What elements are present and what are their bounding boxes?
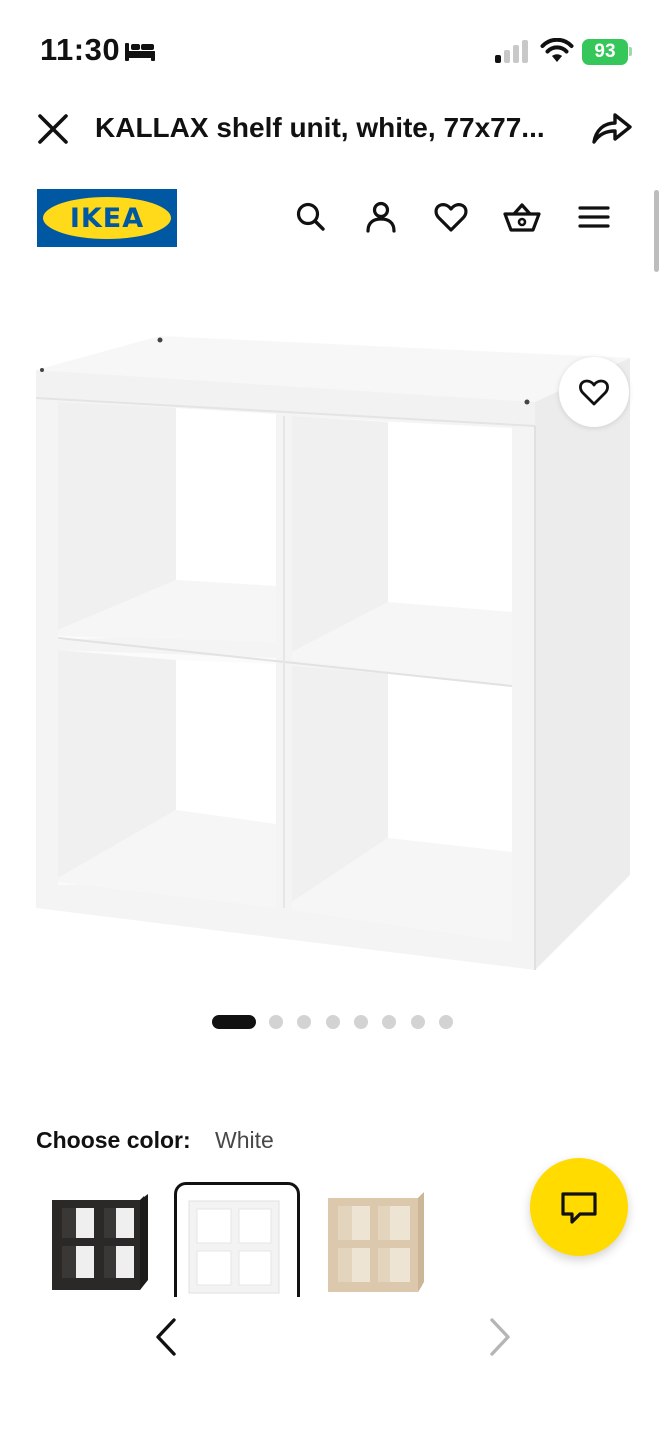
favorites-button[interactable] [431, 197, 471, 237]
pagination-dot[interactable] [326, 1015, 340, 1029]
color-option-white-stained-oak[interactable] [318, 1186, 438, 1294]
add-to-favorites-button[interactable] [559, 357, 629, 427]
logo-text: IKEA [69, 203, 145, 234]
selected-color-value: White [215, 1127, 274, 1153]
image-pagination[interactable] [0, 1012, 666, 1032]
chevron-right-icon [490, 1318, 510, 1356]
menu-button[interactable] [574, 197, 614, 237]
wifi-icon [540, 37, 574, 69]
chat-icon [561, 1192, 597, 1224]
product-image[interactable] [30, 330, 636, 980]
account-icon [366, 201, 396, 233]
pagination-dot[interactable] [439, 1015, 453, 1029]
search-icon [296, 202, 325, 231]
close-icon [38, 114, 68, 144]
choose-color-label: Choose color: [36, 1127, 191, 1153]
heart-icon [434, 203, 468, 232]
heart-icon [579, 379, 609, 406]
sleep-mode-icon [124, 39, 156, 68]
color-option-white-selected[interactable] [174, 1182, 300, 1297]
share-icon [592, 113, 632, 144]
pagination-dot[interactable] [297, 1015, 311, 1029]
chat-button[interactable] [530, 1158, 628, 1256]
basket-icon [503, 203, 541, 232]
menu-icon [578, 206, 610, 228]
previous-button[interactable] [150, 1316, 184, 1358]
pagination-dot[interactable] [269, 1015, 283, 1029]
cellular-signal-icon [494, 40, 530, 69]
search-button[interactable] [291, 197, 331, 237]
scrollbar[interactable] [654, 190, 659, 272]
account-button[interactable] [361, 197, 401, 237]
color-option-black-brown[interactable] [40, 1186, 160, 1294]
share-button[interactable] [590, 108, 634, 148]
ikea-logo[interactable]: IKEA [37, 189, 177, 247]
pagination-dot[interactable] [411, 1015, 425, 1029]
close-button[interactable] [34, 110, 72, 148]
battery-icon: 93 [582, 39, 628, 65]
pagination-dot-active[interactable] [212, 1015, 256, 1029]
status-time: 11:30 [40, 32, 121, 67]
chevron-left-icon [156, 1318, 176, 1356]
pagination-dot[interactable] [354, 1015, 368, 1029]
basket-button[interactable] [502, 197, 542, 237]
next-button[interactable] [482, 1316, 516, 1358]
pagination-dot[interactable] [382, 1015, 396, 1029]
page-title: KALLAX shelf unit, white, 77x77... [95, 112, 545, 143]
battery-level: 93 [594, 41, 616, 62]
battery-tip [629, 47, 632, 56]
